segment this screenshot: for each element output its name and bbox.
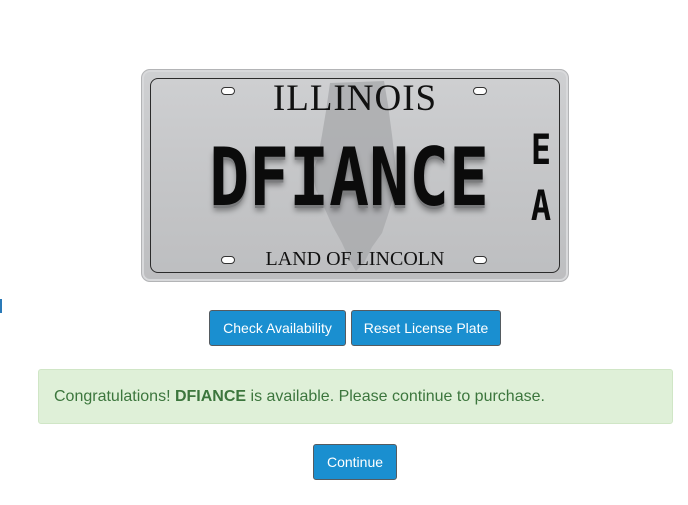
continue-button[interactable]: Continue xyxy=(313,444,397,480)
alert-suffix: is available. Please continue to purchas… xyxy=(250,387,545,405)
plate-sticker-letters: E A xyxy=(523,122,558,234)
check-availability-button[interactable]: Check Availability xyxy=(209,310,346,346)
license-plate-preview: ILLINOIS DFIANCE E A LAND OF LINCOLN xyxy=(141,69,569,282)
alert-plate-number: DFIANCE xyxy=(174,387,247,405)
plate-sticker-letter: E xyxy=(530,125,552,174)
reset-license-plate-button[interactable]: Reset License Plate xyxy=(351,310,501,346)
plate-state-name: ILLINOIS xyxy=(272,78,438,119)
plate-sticker-letter: A xyxy=(530,181,552,230)
plate-number: DFIANCE xyxy=(209,131,490,224)
alert-prefix: Congratulations! xyxy=(54,387,171,405)
availability-success-alert: Congratulations! DFIANCE is available. P… xyxy=(38,369,673,424)
left-edge-marker xyxy=(0,299,2,313)
plate-motto: LAND OF LINCOLN xyxy=(265,248,445,270)
